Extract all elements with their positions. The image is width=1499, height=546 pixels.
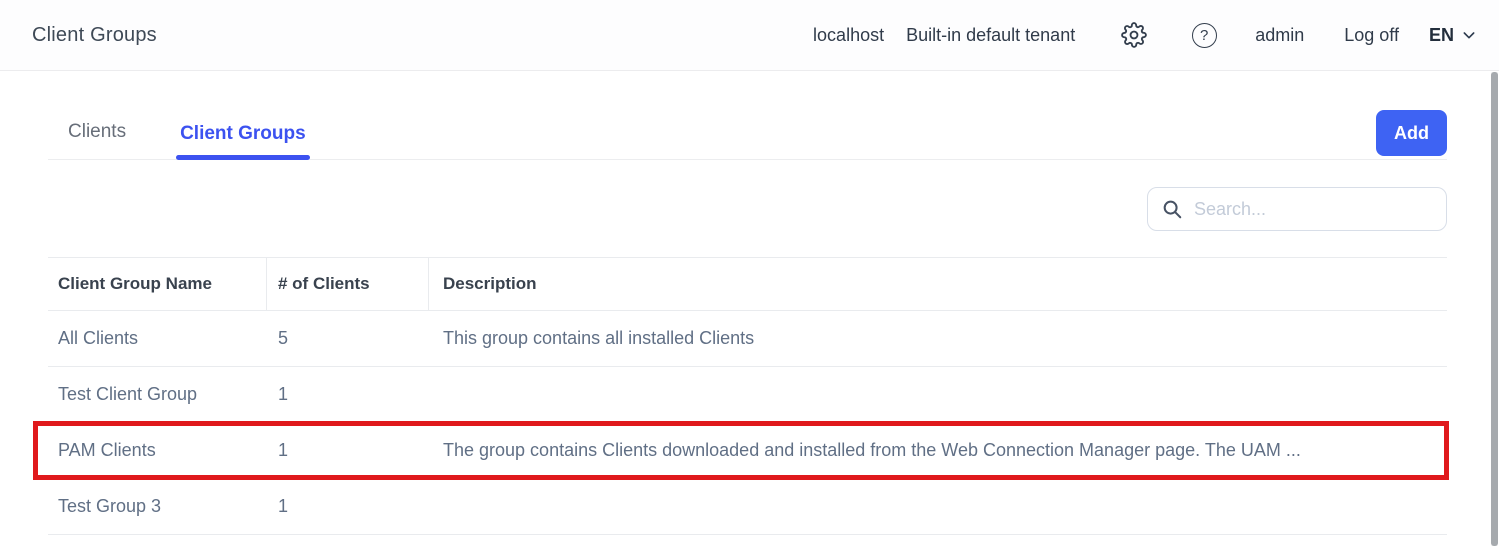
- cell-description: This group contains all installed Client…: [429, 328, 1447, 349]
- table-row-test-group-3[interactable]: Test Group 3 1: [48, 479, 1447, 535]
- column-header-client-group-name: Client Group Name: [48, 258, 267, 310]
- column-header-num-clients: # of Clients: [267, 258, 429, 310]
- help-button[interactable]: ?: [1189, 20, 1219, 50]
- topbar-actions: localhost Built-in default tenant ? admi…: [813, 20, 1477, 50]
- language-selector[interactable]: EN: [1429, 25, 1477, 46]
- tab-bar: Clients Client Groups: [48, 108, 340, 159]
- search-icon: [1161, 198, 1183, 220]
- tabs-row: Clients Client Groups Add: [48, 108, 1447, 160]
- table-row-pam-clients[interactable]: PAM Clients 1 The group contains Clients…: [48, 423, 1447, 479]
- cell-description: The group contains Clients downloaded an…: [429, 440, 1447, 461]
- gear-icon: [1121, 22, 1147, 48]
- cell-client-count: 5: [267, 328, 429, 349]
- table-row-all-clients[interactable]: All Clients 5 This group contains all in…: [48, 311, 1447, 367]
- tab-clients[interactable]: Clients: [64, 121, 130, 159]
- table-header-row: Client Group Name # of Clients Descripti…: [48, 257, 1447, 311]
- chevron-down-icon: [1461, 27, 1477, 43]
- language-label: EN: [1429, 25, 1454, 46]
- add-button[interactable]: Add: [1376, 110, 1447, 156]
- search-row: [48, 187, 1447, 231]
- client-groups-table: Client Group Name # of Clients Descripti…: [48, 257, 1447, 535]
- cell-client-count: 1: [267, 496, 429, 517]
- cell-group-name: Test Client Group: [48, 384, 267, 405]
- content-area: Clients Client Groups Add Client Group N…: [0, 108, 1499, 535]
- logoff-button[interactable]: Log off: [1344, 25, 1399, 46]
- cell-client-count: 1: [267, 440, 429, 461]
- cell-group-name: All Clients: [48, 328, 267, 349]
- tab-client-groups[interactable]: Client Groups: [176, 123, 310, 159]
- topbar: Client Groups localhost Built-in default…: [0, 0, 1499, 71]
- table-row-test-client-group[interactable]: Test Client Group 1: [48, 367, 1447, 423]
- help-icon: ?: [1192, 23, 1217, 48]
- scrollbar-track: [1491, 72, 1498, 546]
- column-header-description: Description: [429, 258, 1447, 310]
- page-title: Client Groups: [32, 24, 157, 47]
- scrollbar-thumb[interactable]: [1491, 72, 1498, 546]
- username-label: admin: [1255, 25, 1304, 46]
- settings-button[interactable]: [1119, 20, 1149, 50]
- search-box: [1147, 187, 1447, 231]
- cell-client-count: 1: [267, 384, 429, 405]
- tenant-label[interactable]: Built-in default tenant: [906, 25, 1075, 46]
- cell-group-name: Test Group 3: [48, 496, 267, 517]
- host-label: localhost: [813, 25, 884, 46]
- search-input[interactable]: [1147, 187, 1447, 231]
- cell-group-name: PAM Clients: [48, 440, 267, 461]
